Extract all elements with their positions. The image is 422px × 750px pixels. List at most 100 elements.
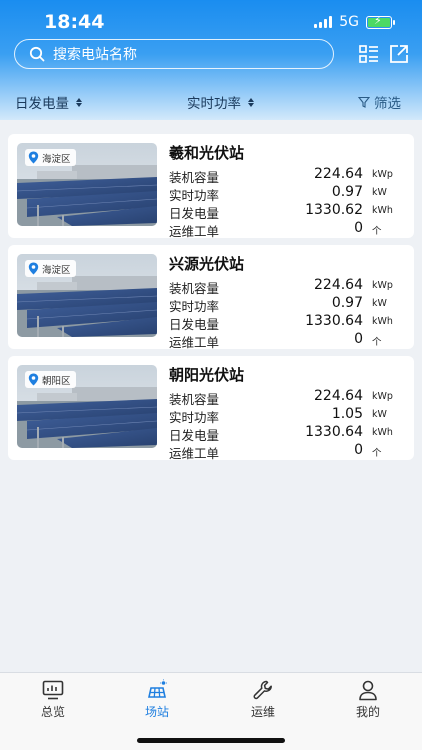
station-name: 兴源光伏站 xyxy=(169,255,245,273)
energy-label: 日发电量 xyxy=(169,317,220,332)
tab-mine[interactable]: 我的 xyxy=(338,673,398,725)
tab-mine-label: 我的 xyxy=(355,705,380,719)
energy-value: 1330.64 xyxy=(305,424,363,440)
share-icon[interactable] xyxy=(388,43,410,65)
wrench-icon xyxy=(253,680,272,700)
sort-daily-energy[interactable]: 日发电量 xyxy=(15,92,82,112)
energy-row: 日发电量 1330.64 kWh xyxy=(169,424,409,443)
location-pin-icon xyxy=(28,151,39,164)
district-name: 海淀区 xyxy=(42,153,71,165)
sort-icon xyxy=(248,97,254,107)
search-placeholder: 搜索电站名称 xyxy=(53,47,137,63)
location-pin-icon xyxy=(28,373,39,386)
energy-unit: kWh xyxy=(372,427,393,438)
capacity-unit: kWp xyxy=(372,280,393,291)
signal-icon xyxy=(314,16,333,28)
station-photo: 海淀区 xyxy=(17,143,157,226)
tickets-unit: 个 xyxy=(372,448,382,459)
tab-stations[interactable]: 场站 xyxy=(127,673,187,725)
sort-realtime-power-label: 实时功率 xyxy=(187,96,241,112)
energy-unit: kWh xyxy=(372,205,393,216)
tickets-value: 0 xyxy=(354,331,363,347)
filter-label: 筛选 xyxy=(374,96,401,112)
status-indicators: 5G ⚡ xyxy=(314,14,395,30)
solar-panel-icon xyxy=(148,679,167,698)
tickets-row: 运维工单 0 个 xyxy=(169,220,409,239)
capacity-label: 装机容量 xyxy=(169,392,220,407)
power-value: 0.97 xyxy=(331,295,363,311)
district-name: 海淀区 xyxy=(42,264,71,276)
power-unit: kW xyxy=(372,298,387,309)
power-unit: kW xyxy=(372,409,387,420)
tickets-row: 运维工单 0 个 xyxy=(169,331,409,350)
tab-maintenance[interactable]: 运维 xyxy=(233,673,293,725)
home-indicator xyxy=(137,738,285,743)
tab-overview-label: 总览 xyxy=(40,705,65,719)
search-icon xyxy=(29,46,45,62)
station-name: 朝阳光伏站 xyxy=(169,366,245,384)
capacity-value: 224.64 xyxy=(314,166,363,182)
capacity-value: 224.64 xyxy=(314,277,363,293)
filter-bar: 日发电量 实时功率 筛选 xyxy=(0,88,422,114)
sort-icon xyxy=(76,97,82,107)
power-row: 实时功率 0.97 kW xyxy=(169,184,409,203)
sort-realtime-power[interactable]: 实时功率 xyxy=(187,92,254,112)
station-card[interactable]: 海淀区 兴源光伏站 装机容量 224.64 kWp 实时功率 0.97 kW 日… xyxy=(8,245,414,350)
energy-row: 日发电量 1330.62 kWh xyxy=(169,202,409,221)
capacity-row: 装机容量 224.64 kWp xyxy=(169,277,409,296)
network-label: 5G xyxy=(339,14,359,30)
tickets-value: 0 xyxy=(354,220,363,236)
capacity-value: 224.64 xyxy=(314,388,363,404)
power-value: 0.97 xyxy=(331,184,363,200)
station-photo: 海淀区 xyxy=(17,254,157,337)
power-row: 实时功率 1.05 kW xyxy=(169,406,409,425)
search-input[interactable]: 搜索电站名称 xyxy=(14,39,334,69)
tickets-label: 运维工单 xyxy=(169,335,220,350)
power-row: 实时功率 0.97 kW xyxy=(169,295,409,314)
energy-unit: kWh xyxy=(372,316,393,327)
battery-icon: ⚡ xyxy=(366,14,395,29)
station-card[interactable]: 海淀区 羲和光伏站 装机容量 224.64 kWp 实时功率 0.97 kW 日… xyxy=(8,134,414,239)
tickets-label: 运维工单 xyxy=(169,446,220,461)
tab-stations-label: 场站 xyxy=(144,705,169,719)
tab-maintenance-label: 运维 xyxy=(250,705,275,719)
filter-button[interactable]: 筛选 xyxy=(358,92,401,112)
tickets-value: 0 xyxy=(354,442,363,458)
energy-row: 日发电量 1330.64 kWh xyxy=(169,313,409,332)
tickets-unit: 个 xyxy=(372,226,382,237)
power-label: 实时功率 xyxy=(169,410,220,425)
tab-overview[interactable]: 总览 xyxy=(23,673,83,725)
energy-value: 1330.62 xyxy=(305,202,363,218)
power-label: 实时功率 xyxy=(169,299,220,314)
filter-icon xyxy=(358,96,370,108)
monitor-chart-icon xyxy=(42,680,64,700)
tickets-label: 运维工单 xyxy=(169,224,220,239)
user-icon xyxy=(359,680,377,701)
status-bar: 18:44 5G ⚡ xyxy=(0,0,422,44)
station-card[interactable]: 朝阳区 朝阳光伏站 装机容量 224.64 kWp 实时功率 1.05 kW 日… xyxy=(8,356,414,461)
power-unit: kW xyxy=(372,187,387,198)
energy-label: 日发电量 xyxy=(169,428,220,443)
tickets-unit: 个 xyxy=(372,337,382,348)
tickets-row: 运维工单 0 个 xyxy=(169,442,409,461)
capacity-unit: kWp xyxy=(372,391,393,402)
district-badge: 海淀区 xyxy=(25,149,76,166)
energy-value: 1330.64 xyxy=(305,313,363,329)
capacity-label: 装机容量 xyxy=(169,281,220,296)
capacity-label: 装机容量 xyxy=(169,170,220,185)
district-badge: 海淀区 xyxy=(25,260,76,277)
status-time: 18:44 xyxy=(44,11,105,33)
location-pin-icon xyxy=(28,262,39,275)
district-name: 朝阳区 xyxy=(42,375,71,387)
capacity-row: 装机容量 224.64 kWp xyxy=(169,166,409,185)
station-name: 羲和光伏站 xyxy=(169,144,245,162)
sort-daily-energy-label: 日发电量 xyxy=(15,96,69,112)
power-value: 1.05 xyxy=(331,406,363,422)
list-view-icon[interactable] xyxy=(358,43,380,65)
capacity-unit: kWp xyxy=(372,169,393,180)
capacity-row: 装机容量 224.64 kWp xyxy=(169,388,409,407)
energy-label: 日发电量 xyxy=(169,206,220,221)
power-label: 实时功率 xyxy=(169,188,220,203)
station-photo: 朝阳区 xyxy=(17,365,157,448)
district-badge: 朝阳区 xyxy=(25,371,76,388)
